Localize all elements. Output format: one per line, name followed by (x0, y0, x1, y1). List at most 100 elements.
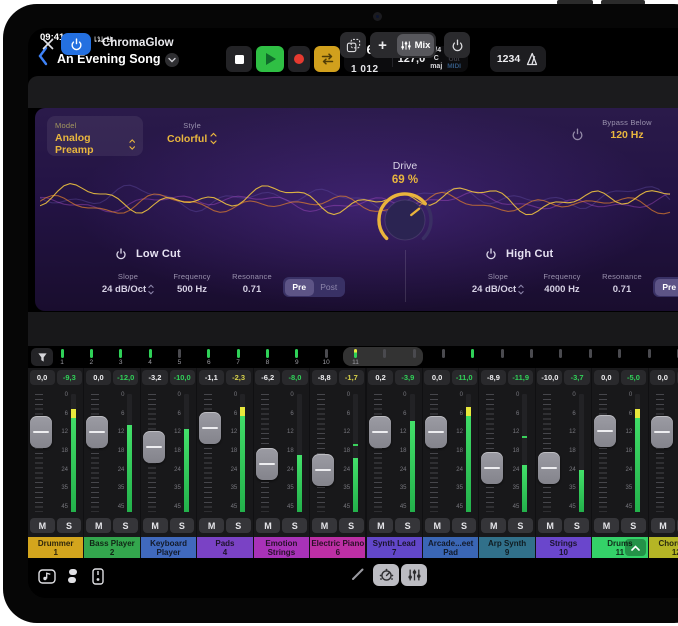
low-cut-frequency[interactable]: Frequency 500 Hz (163, 272, 221, 297)
solo-button[interactable]: S (395, 518, 420, 533)
gain-value[interactable]: 0,0 (424, 370, 449, 385)
track-name-label[interactable]: Strings10 (536, 537, 591, 558)
bypass-below-control[interactable]: Bypass Below 120 Hz (591, 118, 663, 141)
post-button[interactable]: Post (314, 279, 344, 296)
track-name-label[interactable]: Electric Piano6 (310, 537, 365, 558)
mute-button[interactable]: M (369, 518, 394, 533)
gain-value[interactable]: 0,0 (594, 370, 619, 385)
track-name-label[interactable]: Pads4 (197, 537, 252, 558)
low-cut-slope[interactable]: Slope 24 dB/Oct (97, 272, 159, 297)
level-control[interactable]: Level 0.0 (671, 118, 678, 141)
gain-value[interactable]: 0,2 (368, 370, 393, 385)
solo-button[interactable]: S (452, 518, 477, 533)
fader-handle[interactable] (143, 431, 165, 463)
mute-button[interactable]: M (86, 518, 111, 533)
solo-button[interactable]: S (621, 518, 646, 533)
gain-value[interactable]: -3,2 (142, 370, 167, 385)
cycle-button[interactable] (314, 46, 340, 72)
gain-value[interactable]: -1,1 (199, 370, 224, 385)
solo-button[interactable]: S (282, 518, 307, 533)
peak-value[interactable]: -1,7 (339, 370, 364, 385)
mute-button[interactable]: M (256, 518, 281, 533)
pre-button[interactable]: Pre (655, 279, 678, 296)
solo-button[interactable]: S (226, 518, 251, 533)
solo-button[interactable]: S (508, 518, 533, 533)
solo-button[interactable]: S (113, 518, 138, 533)
fader-handle[interactable] (256, 448, 278, 480)
peak-value[interactable]: -9,3 (57, 370, 82, 385)
low-cut-resonance[interactable]: Resonance 0.71 (225, 272, 279, 297)
close-icon[interactable] (41, 37, 55, 51)
mute-button[interactable]: M (594, 518, 619, 533)
mute-button[interactable]: M (538, 518, 563, 533)
model-selector[interactable]: Model Analog Preamp (47, 116, 143, 156)
peak-value[interactable]: -11,9 (508, 370, 533, 385)
solo-button[interactable]: S (170, 518, 195, 533)
fader-handle[interactable] (86, 416, 108, 448)
stop-button[interactable] (226, 46, 252, 72)
gain-value[interactable]: 0,0 (30, 370, 55, 385)
high-cut-slope[interactable]: Slope 24 dB/Oct (467, 272, 529, 297)
mute-button[interactable]: M (312, 518, 337, 533)
bypass-power-icon[interactable] (571, 128, 584, 141)
solo-button[interactable]: S (564, 518, 589, 533)
high-cut-frequency[interactable]: Frequency 4000 Hz (533, 272, 591, 297)
count-in-metronome[interactable]: 1234 (490, 46, 546, 72)
drive-knob[interactable] (371, 188, 439, 252)
play-surface-icon[interactable] (92, 568, 104, 585)
copy-plugin-button[interactable] (340, 32, 366, 58)
add-track-button[interactable]: + (370, 32, 395, 58)
gain-value[interactable]: -10,0 (537, 370, 562, 385)
pre-button[interactable]: Pre (285, 279, 315, 296)
track-name-label[interactable]: Synth Lead7 (367, 537, 422, 558)
high-cut-power-icon[interactable] (485, 248, 497, 260)
mute-button[interactable]: M (199, 518, 224, 533)
peak-value[interactable]: -11,0 (452, 370, 477, 385)
loop-browser-icon[interactable] (38, 568, 57, 585)
track-name-label[interactable]: Drummer1 (28, 537, 83, 558)
track-name-label[interactable]: Bass Player2 (84, 537, 139, 558)
channel-overview-strip[interactable]: 1234567891011 (28, 348, 678, 368)
fader-handle[interactable] (594, 415, 616, 447)
filter-button[interactable] (31, 348, 53, 366)
fader-handle[interactable] (538, 452, 560, 484)
mute-button[interactable]: M (143, 518, 168, 533)
peak-value[interactable]: -5,0 (621, 370, 646, 385)
gain-value[interactable]: -8,8 (312, 370, 337, 385)
track-name-label[interactable]: Keyboard Player3 (141, 537, 196, 558)
low-cut-pre-post[interactable]: Pre Post (283, 277, 345, 297)
fader-handle[interactable] (481, 452, 503, 484)
gain-value[interactable]: 0,0 (86, 370, 111, 385)
record-button[interactable] (288, 46, 310, 72)
peak-value[interactable]: -12,0 (113, 370, 138, 385)
peak-value[interactable]: -10,0 (170, 370, 195, 385)
peak-value[interactable]: -8,0 (282, 370, 307, 385)
fader-handle[interactable] (651, 416, 673, 448)
mute-button[interactable]: M (30, 518, 55, 533)
mixer-power-button[interactable] (444, 32, 470, 58)
high-cut-resonance[interactable]: Resonance 0.71 (595, 272, 649, 297)
fader-handle[interactable] (30, 416, 52, 448)
solo-button[interactable]: S (339, 518, 364, 533)
track-name-label[interactable]: Chorus V12 (649, 537, 678, 558)
drive-knob-group[interactable]: Drive 69 % (365, 160, 445, 257)
low-cut-power-icon[interactable] (115, 248, 127, 260)
mix-button[interactable]: Mix (397, 34, 434, 56)
gain-value[interactable]: 0,0 (650, 370, 675, 385)
solo-button[interactable]: S (57, 518, 82, 533)
fader-handle[interactable] (369, 416, 391, 448)
track-name-label[interactable]: Drums11 (592, 537, 647, 558)
collapse-button[interactable] (625, 539, 646, 556)
plugins-icon[interactable] (65, 568, 80, 585)
play-button[interactable] (256, 46, 284, 72)
track-name-label[interactable]: Arp Synth9 (479, 537, 534, 558)
gain-value[interactable]: -6,2 (255, 370, 280, 385)
mute-button[interactable]: M (425, 518, 450, 533)
fader-handle[interactable] (312, 454, 334, 486)
mute-button[interactable]: M (651, 518, 676, 533)
peak-value[interactable]: -2,3 (226, 370, 251, 385)
plugin-power-button[interactable] (61, 33, 91, 55)
plugin-view-button[interactable] (373, 564, 399, 586)
peak-value[interactable]: -3,9 (395, 370, 420, 385)
track-name-label[interactable]: Arcade...eet Pad8 (423, 537, 478, 558)
